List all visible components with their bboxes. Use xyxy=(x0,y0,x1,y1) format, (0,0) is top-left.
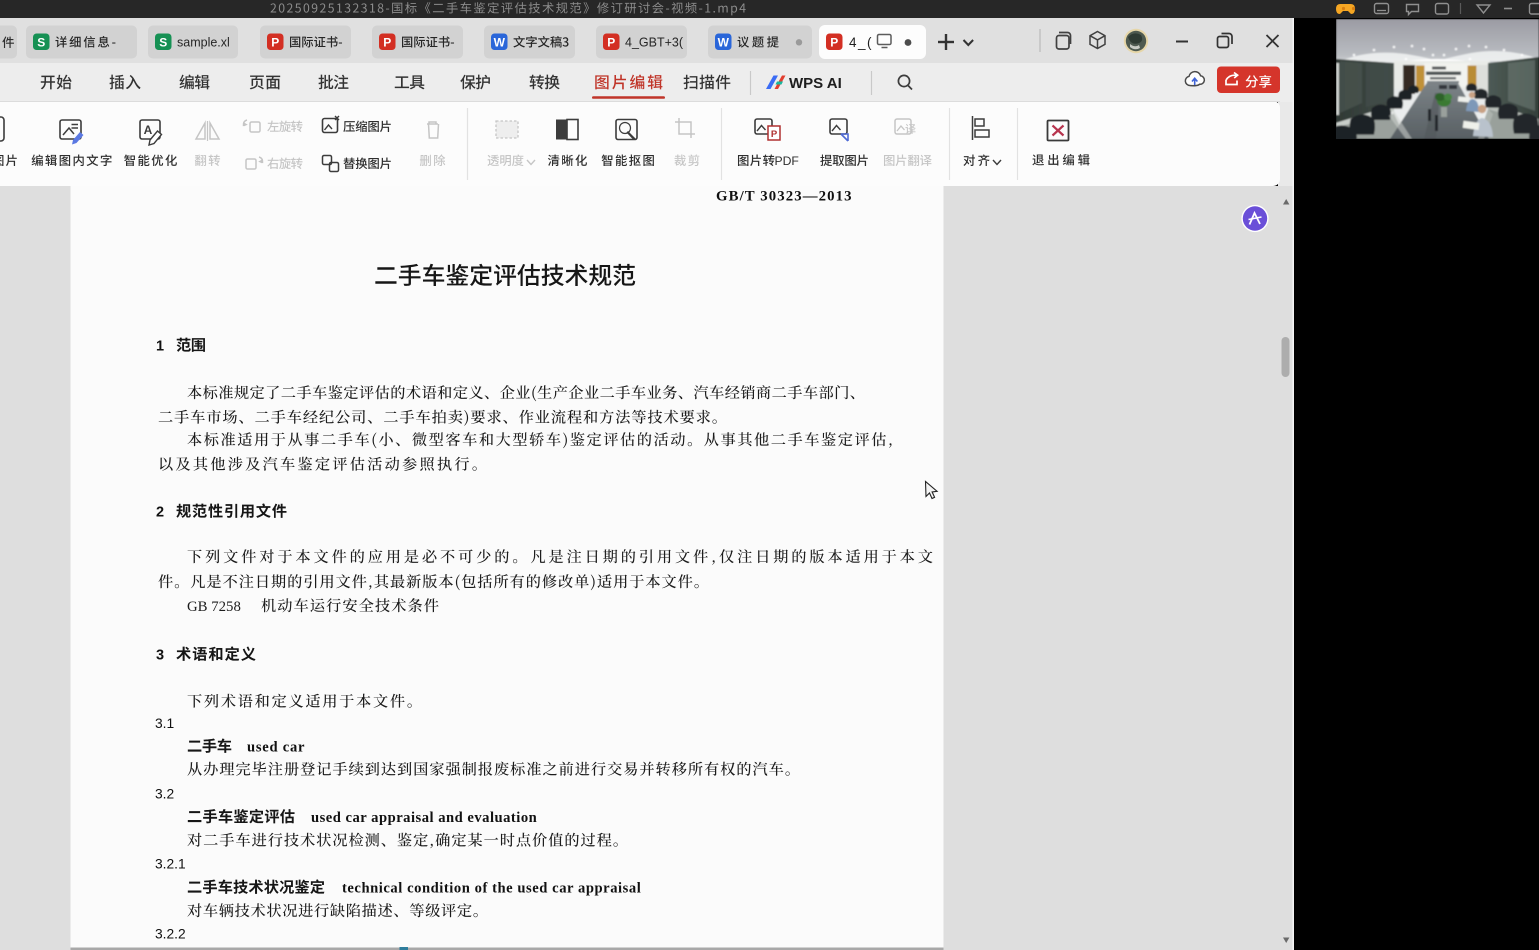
svg-text:P: P xyxy=(383,36,391,50)
svg-text:3: 3 xyxy=(156,648,164,664)
svg-text:3.2.1: 3.2.1 xyxy=(155,857,186,872)
svg-text:1: 1 xyxy=(156,339,164,355)
svg-text:WPS AI: WPS AI xyxy=(789,75,842,92)
svg-text:3.2: 3.2 xyxy=(155,787,174,802)
svg-text:P: P xyxy=(771,129,778,140)
svg-text:S: S xyxy=(159,36,167,50)
svg-text:technical condition of the use: technical condition of the used car appr… xyxy=(342,881,641,897)
svg-text:W: W xyxy=(718,36,730,50)
svg-text:PDF: PDF xyxy=(775,154,799,168)
svg-text:3.1: 3.1 xyxy=(155,716,174,731)
svg-text:4_(: 4_( xyxy=(849,35,873,50)
svg-text:GB 7258: GB 7258 xyxy=(187,599,241,615)
svg-text:W: W xyxy=(494,36,506,50)
svg-text:A: A xyxy=(144,123,153,137)
svg-text:used car: used car xyxy=(247,740,305,756)
svg-text:P: P xyxy=(271,36,279,50)
svg-text:sample.xl: sample.xl xyxy=(177,36,230,50)
svg-text:P: P xyxy=(607,36,615,50)
svg-text:S: S xyxy=(37,36,45,50)
svg-text:GB/T 30323—2013: GB/T 30323—2013 xyxy=(716,189,853,205)
svg-text:P: P xyxy=(830,36,838,50)
svg-text:3.2.2: 3.2.2 xyxy=(155,927,186,942)
svg-text:used car appraisal and evaluat: used car appraisal and evaluation xyxy=(311,810,537,826)
svg-text:4_GBT+3(: 4_GBT+3( xyxy=(625,36,684,50)
svg-text:2: 2 xyxy=(156,505,164,521)
